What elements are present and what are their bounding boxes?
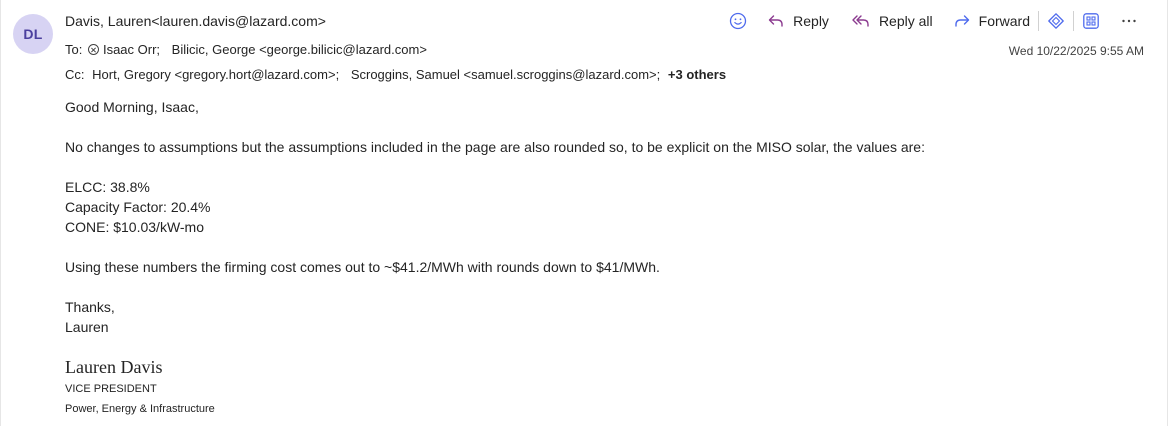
email-signature: Lauren Davis VICE PRESIDENT Power, Energ… bbox=[65, 356, 215, 416]
value-cone: CONE: $10.03/kW-mo bbox=[65, 219, 205, 235]
cc-recipient-samuel[interactable]: Scroggins, Samuel <samuel.scroggins@laza… bbox=[351, 67, 660, 82]
emoji-icon bbox=[729, 12, 747, 30]
cc-line: Cc: Hort, Gregory <gregory.hort@lazard.c… bbox=[65, 67, 726, 82]
greeting: Good Morning, Isaac, bbox=[65, 99, 199, 115]
cc-label: Cc: bbox=[65, 67, 85, 82]
body-paragraph: Using these numbers the firming cost com… bbox=[65, 259, 660, 275]
reply-arrow-icon bbox=[768, 15, 783, 27]
signature-division: Power, Energy & Infrastructure bbox=[65, 403, 215, 415]
reply-label: Reply bbox=[793, 13, 829, 29]
to-line: To: Isaac Orr; Bilicic, George <george.b… bbox=[65, 42, 427, 57]
forward-arrow-icon bbox=[954, 15, 969, 27]
reply-all-label: Reply all bbox=[878, 13, 933, 29]
forward-button[interactable]: Forward bbox=[947, 9, 1036, 33]
message-toolbar: Reply Reply all Forward bbox=[723, 9, 1144, 33]
closing: Thanks, bbox=[65, 299, 115, 315]
apps-button[interactable] bbox=[1041, 9, 1071, 33]
toolbar-divider bbox=[1038, 11, 1039, 31]
message-body: Good Morning, Isaac, No changes to assum… bbox=[65, 97, 925, 337]
reply-button[interactable]: Reply bbox=[761, 9, 835, 33]
diamond-app-icon bbox=[1048, 13, 1064, 29]
sender-name[interactable]: Davis, Lauren<lauren.davis@lazard.com> bbox=[65, 13, 326, 29]
immersive-reader-button[interactable] bbox=[1076, 9, 1106, 33]
toolbar-divider bbox=[1073, 11, 1074, 31]
signature-name: Lauren Davis bbox=[65, 357, 163, 377]
signature-title: VICE PRESIDENT bbox=[65, 383, 157, 395]
more-recipients-link[interactable]: +3 others bbox=[668, 67, 726, 82]
to-label: To: bbox=[65, 42, 83, 57]
cc-recipient-gregory[interactable]: Hort, Gregory <gregory.hort@lazard.com>; bbox=[92, 67, 339, 82]
closing-name: Lauren bbox=[65, 319, 109, 335]
sender-avatar[interactable]: DL bbox=[13, 14, 53, 54]
forward-label: Forward bbox=[978, 13, 1030, 29]
value-capacity-factor: Capacity Factor: 20.4% bbox=[65, 199, 211, 215]
recipient-george[interactable]: Bilicic, George <george.bilicic@lazard.c… bbox=[172, 42, 427, 57]
reply-all-button[interactable]: Reply all bbox=[845, 9, 939, 33]
more-actions-button[interactable] bbox=[1114, 9, 1144, 33]
reply-all-icon bbox=[852, 15, 869, 27]
reaction-button[interactable] bbox=[723, 9, 753, 33]
more-dots-icon bbox=[1122, 19, 1136, 23]
sent-date: Wed 10/22/2025 9:55 AM bbox=[1008, 44, 1144, 58]
value-elcc: ELCC: 38.8% bbox=[65, 179, 150, 195]
grid-view-icon bbox=[1083, 13, 1099, 29]
blocked-recipient-icon bbox=[87, 44, 99, 55]
recipient-isaac[interactable]: Isaac Orr; bbox=[103, 42, 160, 57]
body-paragraph: No changes to assumptions but the assump… bbox=[65, 139, 925, 155]
